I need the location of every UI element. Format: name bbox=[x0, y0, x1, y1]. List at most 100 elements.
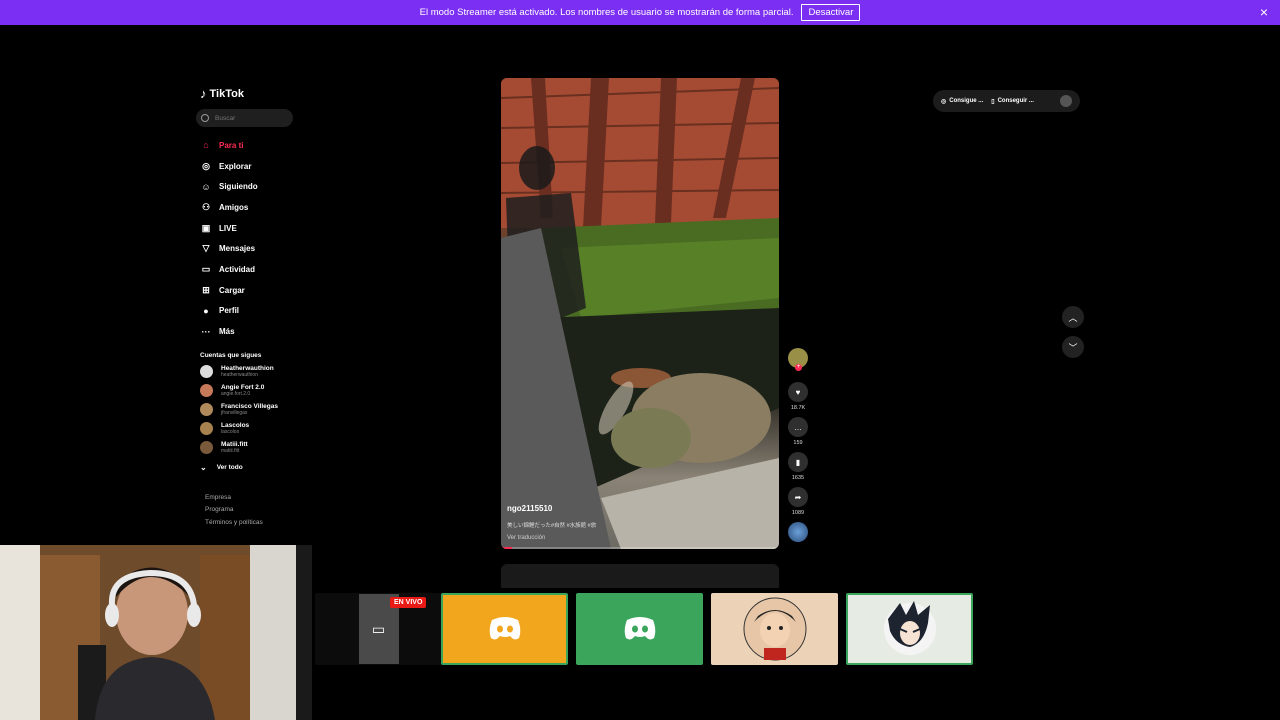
video-progress-bar[interactable] bbox=[501, 547, 779, 549]
save-count: 1635 bbox=[791, 475, 805, 481]
following-account[interactable]: Matiii.fitt matiii.fitt bbox=[200, 440, 306, 454]
share-arrow-icon: ➦ bbox=[794, 492, 802, 502]
like-button[interactable]: ♥ bbox=[788, 382, 808, 402]
top-right-actions: ◎ Consigue ... ▯ Conseguir ... bbox=[933, 90, 1080, 112]
nav-label: Mensajes bbox=[219, 244, 256, 254]
video-frame bbox=[501, 78, 779, 549]
search-box[interactable] bbox=[196, 109, 293, 127]
participant-tile-discord-orange[interactable] bbox=[441, 593, 568, 665]
video-player[interactable]: ngo2115510 美しい錦鯉だった#自然 #水族館 #旅 Ver tradu… bbox=[501, 78, 779, 549]
more-icon: ··· bbox=[201, 326, 211, 337]
cartoon-avatar-icon bbox=[743, 597, 806, 661]
bookmark-icon: ▮ bbox=[795, 457, 801, 467]
account-name: Francisco Villegas bbox=[221, 402, 278, 410]
account-handle: matiii.fitt bbox=[221, 447, 240, 454]
footer-link[interactable]: Programa bbox=[205, 504, 306, 517]
following-section-title: Cuentas que sigues bbox=[200, 351, 262, 359]
chevron-down-icon: ﹀ bbox=[1068, 342, 1078, 353]
main-nav: ⌂ Para ti ◎ Explorar ☺ Siguiendo ⚇ Amigo… bbox=[196, 135, 306, 342]
anime-avatar-icon bbox=[883, 601, 936, 655]
video-username[interactable]: ngo2115510 bbox=[507, 504, 552, 513]
streamer-mode-banner: El modo Streamer está activado. Los nomb… bbox=[0, 0, 1280, 25]
nav-label: Para ti bbox=[219, 140, 244, 150]
coin-icon: ◎ bbox=[941, 98, 947, 105]
music-disc-icon[interactable] bbox=[788, 522, 808, 542]
search-input[interactable] bbox=[215, 114, 285, 122]
comment-count: 159 bbox=[793, 440, 803, 446]
nav-label: Cargar bbox=[219, 285, 245, 295]
nav-item-actividad[interactable]: ▭ Actividad bbox=[200, 259, 306, 280]
account-name: Lascolos bbox=[221, 421, 250, 429]
close-icon[interactable]: × bbox=[1260, 5, 1268, 19]
follow-plus-icon[interactable]: + bbox=[795, 364, 802, 371]
save-button[interactable]: ▮ bbox=[788, 452, 808, 472]
participant-tile-anime-avatar[interactable] bbox=[846, 593, 973, 665]
nav-label: Perfil bbox=[219, 306, 240, 316]
profile-avatar[interactable] bbox=[1060, 95, 1072, 107]
nav-label: Explorar bbox=[219, 161, 252, 171]
nav-label: Más bbox=[219, 327, 235, 337]
see-all-link[interactable]: ⌄ Ver todo bbox=[200, 463, 306, 472]
live-tv-icon: ▣ bbox=[201, 222, 211, 233]
nav-label: Siguiendo bbox=[219, 182, 258, 192]
nav-item-siguiendo[interactable]: ☺ Siguiendo bbox=[200, 176, 306, 197]
following-account[interactable]: Lascolos lascolos bbox=[200, 421, 306, 435]
tiktok-logo[interactable]: ♪ TikTok bbox=[200, 86, 306, 101]
participant-tile-discord-green[interactable] bbox=[576, 593, 703, 665]
user-follow-icon: ☺ bbox=[201, 181, 211, 192]
following-account[interactable]: Angie Fort 2.0 angie.fort.2.0 bbox=[200, 383, 306, 397]
nav-item-mensajes[interactable]: ▽ Mensajes bbox=[200, 238, 306, 259]
comment-button[interactable]: … bbox=[788, 417, 808, 437]
account-name: Matiii.fitt bbox=[221, 440, 248, 448]
avatar bbox=[200, 402, 213, 416]
avatar bbox=[200, 440, 213, 454]
webcam-feed bbox=[0, 545, 312, 720]
following-account[interactable]: Heatherwauthion heatherwauthion bbox=[200, 364, 306, 378]
nav-item-mas[interactable]: ··· Más bbox=[200, 321, 306, 342]
translate-link[interactable]: Ver traducción bbox=[507, 535, 545, 541]
nav-label: LIVE bbox=[219, 223, 237, 233]
account-handle: angie.fort.2.0 bbox=[221, 390, 251, 397]
get-coins-button[interactable]: ◎ Consigue ... bbox=[941, 98, 983, 105]
chevron-up-icon: ︿ bbox=[1068, 312, 1078, 323]
previous-video-button[interactable]: ︿ bbox=[1062, 306, 1084, 328]
next-video-button[interactable]: ﹀ bbox=[1062, 336, 1084, 358]
next-video-preview[interactable] bbox=[501, 564, 779, 588]
get-coins-label: Consigue ... bbox=[949, 98, 984, 104]
account-name: Angie Fort 2.0 bbox=[221, 383, 265, 391]
nav-item-para-ti[interactable]: ⌂ Para ti bbox=[200, 135, 306, 156]
streamer-mode-text: El modo Streamer está activado. Los nomb… bbox=[419, 7, 794, 18]
following-account[interactable]: Francisco Villegas jfranvillegas bbox=[200, 402, 306, 416]
participant-tile-avatar[interactable] bbox=[711, 593, 838, 665]
action-column: + ♥ 18.7K … 159 ▮ 1635 ➦ 1089 bbox=[786, 348, 810, 542]
search-icon bbox=[201, 114, 209, 122]
send-icon: ▽ bbox=[202, 243, 210, 254]
footer-link[interactable]: Empresa bbox=[205, 492, 306, 505]
nav-item-cargar[interactable]: ⊞ Cargar bbox=[200, 280, 306, 301]
avatar bbox=[200, 421, 213, 435]
plus-square-icon: ⊞ bbox=[202, 284, 210, 295]
creator-avatar[interactable]: + bbox=[788, 348, 808, 371]
nav-item-amigos[interactable]: ⚇ Amigos bbox=[200, 197, 306, 218]
webcam-overlay bbox=[0, 545, 312, 720]
tiktok-note-icon: ♪ bbox=[200, 86, 207, 101]
account-handle: heatherwauthion bbox=[221, 371, 258, 378]
get-app-button[interactable]: ▯ Conseguir ... bbox=[991, 98, 1034, 105]
deactivate-button[interactable]: Desactivar bbox=[801, 4, 861, 21]
nav-item-perfil[interactable]: ● Perfil bbox=[200, 301, 306, 322]
discord-icon bbox=[624, 617, 655, 640]
avatar bbox=[200, 364, 213, 378]
phone-icon: ▯ bbox=[991, 98, 995, 105]
chevron-down-icon: ⌄ bbox=[200, 462, 207, 472]
share-button[interactable]: ➦ bbox=[788, 487, 808, 507]
profile-avatar-icon: ● bbox=[203, 305, 209, 316]
home-icon: ⌂ bbox=[203, 140, 209, 151]
discord-icon bbox=[489, 617, 520, 640]
like-count: 18.7K bbox=[790, 405, 806, 411]
nav-label: Amigos bbox=[219, 202, 249, 212]
nav-item-live[interactable]: ▣ LIVE bbox=[200, 218, 306, 239]
video-caption: 美しい錦鯉だった#自然 #水族館 #旅 bbox=[507, 523, 597, 529]
footer-link[interactable]: Términos y políticas bbox=[205, 517, 306, 530]
nav-item-explorar[interactable]: ◎ Explorar bbox=[200, 156, 306, 177]
sidebar: ♪ TikTok ⌂ Para ti ◎ Explorar ☺ Siguiend… bbox=[196, 86, 306, 529]
